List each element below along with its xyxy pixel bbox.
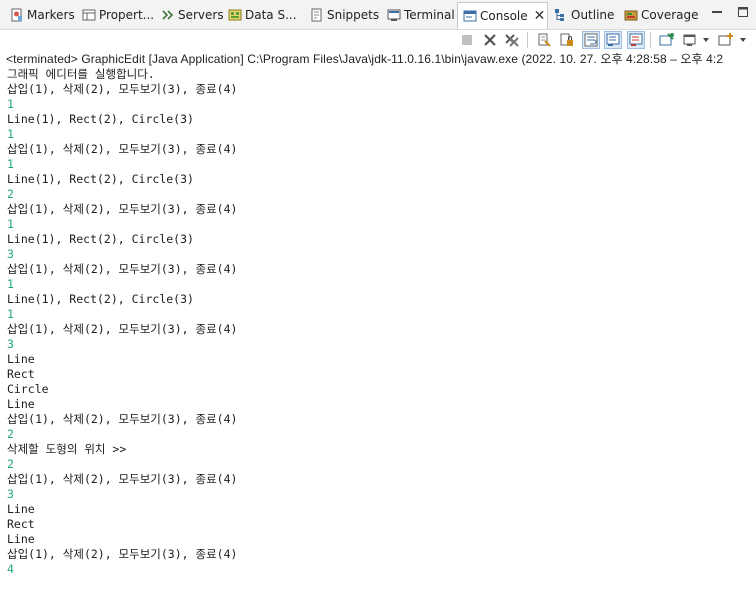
view-tab-bar: Markers Propert... Servers Data S... Sni… (0, 0, 756, 30)
console-output-line: 삽입(1), 삭제(2), 모두보기(3), 종료(4) (7, 412, 238, 426)
show-console-on-stdout-icon[interactable] (604, 31, 622, 49)
toolbar-separator (650, 32, 651, 48)
console-toolbar (0, 30, 756, 50)
console-output-line: 삽입(1), 삭제(2), 모두보기(3), 종료(4) (7, 82, 238, 96)
pin-console-icon[interactable] (658, 31, 676, 49)
tab-data-source-explorer[interactable]: Data S... (227, 3, 297, 27)
minimize-icon[interactable] (709, 4, 725, 20)
data-source-icon (227, 8, 242, 23)
servers-icon (160, 8, 175, 23)
terminal-icon (386, 8, 401, 23)
word-wrap-icon[interactable] (582, 31, 600, 49)
console-output-line: 삽입(1), 삭제(2), 모두보기(3), 종료(4) (7, 262, 238, 276)
console-output-line: Line(1), Rect(2), Circle(3) (7, 292, 194, 306)
outline-icon (553, 8, 568, 23)
console-input-line: 2 (7, 457, 14, 471)
coverage-icon (623, 8, 638, 23)
chevron-down-icon[interactable] (738, 31, 748, 49)
markers-icon (9, 8, 24, 23)
console-output[interactable]: 그래픽 에디터를 실행합니다. 삽입(1), 삭제(2), 모두보기(3), 종료… (7, 67, 237, 577)
tab-outline[interactable]: Outline (553, 3, 614, 27)
console-output-line: 삽입(1), 삭제(2), 모두보기(3), 종료(4) (7, 322, 238, 336)
console-input-line: 1 (7, 217, 14, 231)
console-input-line: 3 (7, 247, 14, 261)
tab-label: Terminal (404, 8, 455, 22)
tab-snippets[interactable]: Snippets (309, 3, 379, 27)
console-output-line: Line(1), Rect(2), Circle(3) (7, 172, 194, 186)
console-input-line: 3 (7, 487, 14, 501)
console-input-line: 2 (7, 427, 14, 441)
console-output-line: Rect (7, 367, 35, 381)
tab-label: Coverage (641, 8, 699, 22)
tab-coverage[interactable]: Coverage (623, 3, 699, 27)
close-icon[interactable]: ✕ (534, 8, 546, 24)
console-input-line: 1 (7, 157, 14, 171)
tab-label: Outline (571, 8, 615, 22)
console-input-line: 1 (7, 97, 14, 111)
toolbar-separator (527, 32, 528, 48)
tab-servers[interactable]: Servers (160, 3, 224, 27)
console-output-line: 삭제할 도형의 위치 >> (7, 442, 127, 456)
console-output-line: Line(1), Rect(2), Circle(3) (7, 112, 194, 126)
console-input-line: 3 (7, 337, 14, 351)
tab-label: Console (480, 9, 528, 23)
display-selected-console-icon[interactable] (681, 31, 699, 49)
tab-terminal[interactable]: Terminal (386, 3, 455, 27)
console-output-line: Line(1), Rect(2), Circle(3) (7, 232, 194, 246)
console-input-line: 1 (7, 277, 14, 291)
console-input-line: 4 (7, 562, 14, 576)
console-input-line: 1 (7, 307, 14, 321)
console-output-line: 삽입(1), 삭제(2), 모두보기(3), 종료(4) (7, 142, 238, 156)
console-input-line: 1 (7, 127, 14, 141)
console-output-line: 그래픽 에디터를 실행합니다. (7, 67, 155, 81)
console-output-line: Rect (7, 517, 35, 531)
tab-label: Propert... (99, 8, 155, 22)
open-console-icon[interactable] (717, 31, 735, 49)
show-console-on-stderr-icon[interactable] (627, 31, 645, 49)
maximize-icon[interactable] (735, 4, 751, 20)
clear-console-icon[interactable] (535, 31, 553, 49)
console-input-line: 2 (7, 187, 14, 201)
remove-launch-icon[interactable] (481, 31, 499, 49)
tab-properties[interactable]: Propert... (81, 3, 154, 27)
console-icon (462, 9, 477, 24)
snippets-icon (309, 8, 324, 23)
tab-label: Snippets (327, 8, 380, 22)
console-output-line: Circle (7, 382, 49, 396)
console-output-line: 삽입(1), 삭제(2), 모두보기(3), 종료(4) (7, 472, 238, 486)
tab-console[interactable]: Console ✕ (457, 2, 548, 29)
terminate-icon[interactable] (458, 31, 476, 49)
tab-markers[interactable]: Markers (9, 3, 75, 27)
chevron-down-icon[interactable] (701, 31, 711, 49)
console-output-line: 삽입(1), 삭제(2), 모두보기(3), 종료(4) (7, 547, 238, 561)
tab-label: Data S... (245, 8, 297, 22)
console-output-line: 삽입(1), 삭제(2), 모두보기(3), 종료(4) (7, 202, 238, 216)
tab-label: Servers (178, 8, 224, 22)
console-output-line: Line (7, 502, 35, 516)
tab-label: Markers (27, 8, 75, 22)
process-status-line: <terminated> GraphicEdit [Java Applicati… (6, 52, 724, 66)
remove-all-terminated-icon[interactable] (503, 31, 521, 49)
console-output-line: Line (7, 352, 35, 366)
console-output-line: Line (7, 397, 35, 411)
console-output-line: Line (7, 532, 35, 546)
properties-icon (81, 8, 96, 23)
scroll-lock-icon[interactable] (558, 31, 576, 49)
